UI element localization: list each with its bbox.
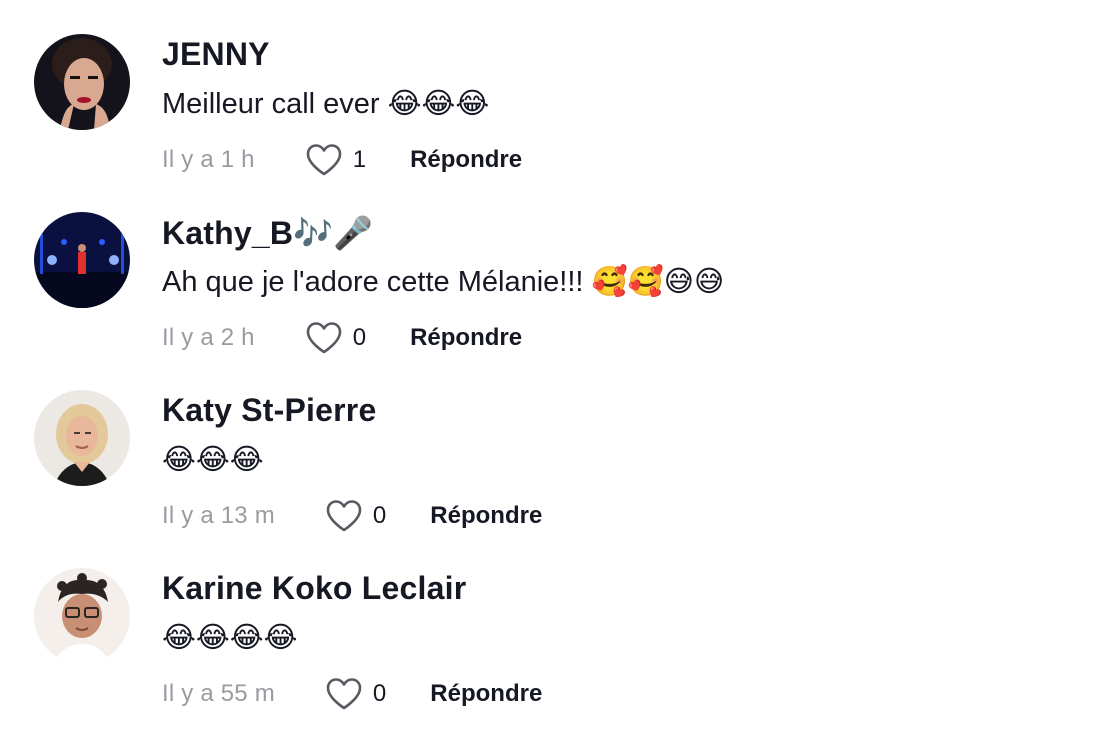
heart-outline-icon[interactable] bbox=[325, 677, 363, 711]
avatar[interactable] bbox=[34, 212, 130, 308]
reply-button[interactable]: Répondre bbox=[430, 680, 542, 708]
comment-item: Katy St-Pierre 😂😂😂 Il y a 13 m 0 Répondr… bbox=[0, 356, 1106, 534]
comment-meta: Il y a 1 h 1 Répondre bbox=[162, 143, 522, 177]
comment-text: Meilleur call ever 😂😂😂 bbox=[162, 88, 490, 120]
like-count: 0 bbox=[372, 502, 387, 529]
like-button[interactable]: 0 bbox=[325, 499, 386, 533]
like-button[interactable]: 0 bbox=[325, 677, 386, 711]
username[interactable]: JENNY bbox=[162, 36, 270, 73]
like-count: 0 bbox=[372, 680, 387, 707]
comment-text: 😂😂😂😂 bbox=[162, 622, 298, 654]
comment-text: 😂😂😂 bbox=[162, 444, 264, 476]
timestamp: Il y a 2 h bbox=[162, 324, 255, 351]
reply-button[interactable]: Répondre bbox=[410, 324, 522, 352]
username[interactable]: Katy St-Pierre bbox=[162, 392, 376, 429]
heart-outline-icon[interactable] bbox=[325, 499, 363, 533]
username[interactable]: Karine Koko Leclair bbox=[162, 570, 466, 607]
heart-outline-icon[interactable] bbox=[305, 143, 343, 177]
comment-meta: Il y a 2 h 0 Répondre bbox=[162, 321, 522, 355]
comment-item: JENNY Meilleur call ever 😂😂😂 Il y a 1 h … bbox=[0, 0, 1106, 178]
reply-button[interactable]: Répondre bbox=[410, 146, 522, 174]
comment-text: Ah que je l'adore cette Mélanie!!! 🥰🥰😅😅 bbox=[162, 266, 725, 298]
heart-outline-icon[interactable] bbox=[305, 321, 343, 355]
comment-meta: Il y a 55 m 0 Répondre bbox=[162, 677, 542, 711]
comment-item: Kathy_B🎶🎤 Ah que je l'adore cette Mélani… bbox=[0, 178, 1106, 356]
like-button[interactable]: 0 bbox=[305, 321, 366, 355]
avatar[interactable] bbox=[34, 390, 130, 486]
timestamp: Il y a 13 m bbox=[162, 502, 275, 529]
like-button[interactable]: 1 bbox=[305, 143, 366, 177]
reply-button[interactable]: Répondre bbox=[430, 502, 542, 530]
avatar[interactable] bbox=[34, 34, 130, 130]
comment-meta: Il y a 13 m 0 Répondre bbox=[162, 499, 542, 533]
avatar[interactable] bbox=[34, 568, 130, 664]
comment-item: Karine Koko Leclair 😂😂😂😂 Il y a 55 m 0 R… bbox=[0, 534, 1106, 712]
timestamp: Il y a 55 m bbox=[162, 680, 275, 707]
username[interactable]: Kathy_B🎶🎤 bbox=[162, 214, 373, 252]
timestamp: Il y a 1 h bbox=[162, 146, 255, 173]
like-count: 0 bbox=[352, 324, 367, 351]
like-count: 1 bbox=[352, 146, 367, 173]
